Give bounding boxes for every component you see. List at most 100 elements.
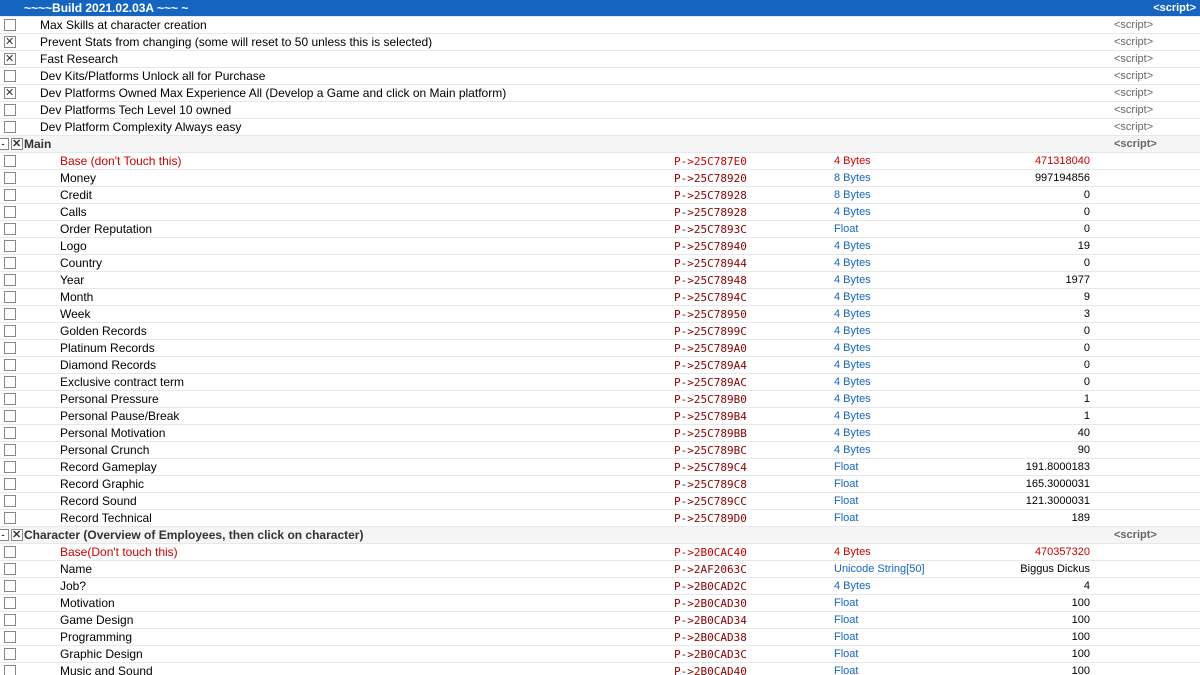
main-checkbox[interactable] <box>11 138 23 150</box>
row-check[interactable] <box>0 631 20 643</box>
character-section-header[interactable]: - Character (Overview of Employees, then… <box>0 527 1200 544</box>
row-name: Dev Kits/Platforms Unlock all for Purcha… <box>20 69 670 83</box>
row-address: P->2B0CAD34 <box>670 614 830 627</box>
check-prevent-stats[interactable] <box>0 36 20 48</box>
row-check[interactable] <box>0 580 20 592</box>
script-label: <script> <box>1114 138 1157 150</box>
row-check[interactable] <box>0 563 20 575</box>
check-max-skills[interactable] <box>0 19 20 31</box>
row-name: Music and Sound <box>20 664 670 675</box>
row-value: 0 <box>930 342 1110 354</box>
check-dev-platforms-exp[interactable] <box>0 87 20 99</box>
row-name: Name <box>20 562 670 576</box>
row-label: Record Gameplay <box>60 460 157 474</box>
row-value: 100 <box>930 597 1110 609</box>
row-check[interactable] <box>0 342 20 354</box>
row-label: Month <box>60 290 93 304</box>
row-address: P->2B0CAD3C <box>670 648 830 661</box>
row-check[interactable] <box>0 223 20 235</box>
check-fast-research[interactable] <box>0 53 20 65</box>
row-check[interactable] <box>0 291 20 303</box>
list-item: Week P->25C78950 4 Bytes 3 <box>0 306 1200 323</box>
main-section-label: Main <box>24 137 51 151</box>
row-size: 4 Bytes <box>830 325 930 337</box>
row-value: 121.3000031 <box>930 495 1110 507</box>
main-expand-check[interactable]: - <box>0 138 20 150</box>
char-expand-check[interactable]: - <box>0 529 20 541</box>
row-label: Personal Pause/Break <box>60 409 179 423</box>
main-base-check[interactable] <box>0 155 20 167</box>
row-check[interactable] <box>0 427 20 439</box>
row-check[interactable] <box>0 206 20 218</box>
row-check[interactable] <box>0 376 20 388</box>
row-label: Record Graphic <box>60 477 144 491</box>
list-item: Year P->25C78948 4 Bytes 1977 <box>0 272 1200 289</box>
row-name: Prevent Stats from changing (some will r… <box>20 35 670 49</box>
row-size: 4 Bytes <box>830 308 930 320</box>
row-value: 90 <box>930 444 1110 456</box>
row-size: Float <box>830 648 930 660</box>
row-check[interactable] <box>0 665 20 675</box>
row-check[interactable] <box>0 495 20 507</box>
row-script: <script> <box>1110 19 1200 31</box>
char-base-address: P->2B0CAC40 <box>670 546 830 559</box>
row-name: Personal Pause/Break <box>20 409 670 423</box>
row-check[interactable] <box>0 325 20 337</box>
row-check[interactable] <box>0 274 20 286</box>
check-dev-kits[interactable] <box>0 70 20 82</box>
row-check[interactable] <box>0 308 20 320</box>
row-size: Float <box>830 665 930 675</box>
row-check[interactable] <box>0 444 20 456</box>
expand-icon[interactable]: - <box>0 138 9 150</box>
list-item: Personal Pressure P->25C789B0 4 Bytes 1 <box>0 391 1200 408</box>
row-address: P->25C789B4 <box>670 410 830 423</box>
row-address: P->2B0CAD40 <box>670 665 830 675</box>
row-check[interactable] <box>0 393 20 405</box>
row-name: Graphic Design <box>20 647 670 661</box>
char-base-row: Base(Don't touch this) P->2B0CAC40 4 Byt… <box>0 544 1200 561</box>
row-check[interactable] <box>0 410 20 422</box>
row-name: Week <box>20 307 670 321</box>
row-size: Float <box>830 614 930 626</box>
row-check[interactable] <box>0 597 20 609</box>
row-check[interactable] <box>0 172 20 184</box>
row-size: 4 Bytes <box>830 410 930 422</box>
row-check[interactable] <box>0 240 20 252</box>
row-name: Platinum Records <box>20 341 670 355</box>
row-address: P->25C7899C <box>670 325 830 338</box>
row-name: Fast Research <box>20 52 670 66</box>
row-label: Country <box>60 256 102 270</box>
row-check[interactable] <box>0 614 20 626</box>
row-address: P->25C789B0 <box>670 393 830 406</box>
check-dev-platforms-tech[interactable] <box>0 104 20 116</box>
row-check[interactable] <box>0 648 20 660</box>
row-address: P->25C789BC <box>670 444 830 457</box>
main-base-row: Base (don't Touch this) P->25C787E0 4 By… <box>0 153 1200 170</box>
char-checkbox[interactable] <box>11 529 23 541</box>
row-label: Dev Platforms Tech Level 10 owned <box>40 103 231 117</box>
row-check[interactable] <box>0 461 20 473</box>
row-check[interactable] <box>0 512 20 524</box>
row-check[interactable] <box>0 189 20 201</box>
row-value: Biggus Dickus <box>930 563 1110 575</box>
row-name: Calls <box>20 205 670 219</box>
row-check[interactable] <box>0 257 20 269</box>
main-section-header[interactable]: - Main <script> <box>0 136 1200 153</box>
row-check[interactable] <box>0 359 20 371</box>
row-value: 40 <box>930 427 1110 439</box>
check-dev-platform-complex[interactable] <box>0 121 20 133</box>
main-container[interactable]: ~~~~Build 2021.02.03A ~~~ ~ <script> Max… <box>0 0 1200 675</box>
row-name: Job? <box>20 579 670 593</box>
row-check[interactable] <box>0 478 20 490</box>
row-size: 4 Bytes <box>830 580 930 592</box>
list-item: Money P->25C78920 8 Bytes 997194856 <box>0 170 1200 187</box>
char-section-label: Character (Overview of Employees, then c… <box>24 528 363 542</box>
row-script: <script> <box>1110 70 1200 82</box>
list-item: Calls P->25C78928 4 Bytes 0 <box>0 204 1200 221</box>
expand-icon[interactable]: - <box>0 529 9 541</box>
row-name: Logo <box>20 239 670 253</box>
row-value: 100 <box>930 648 1110 660</box>
char-base-check[interactable] <box>0 546 20 558</box>
row-address: P->25C7894C <box>670 291 830 304</box>
char-base-value: 470357320 <box>930 546 1110 558</box>
